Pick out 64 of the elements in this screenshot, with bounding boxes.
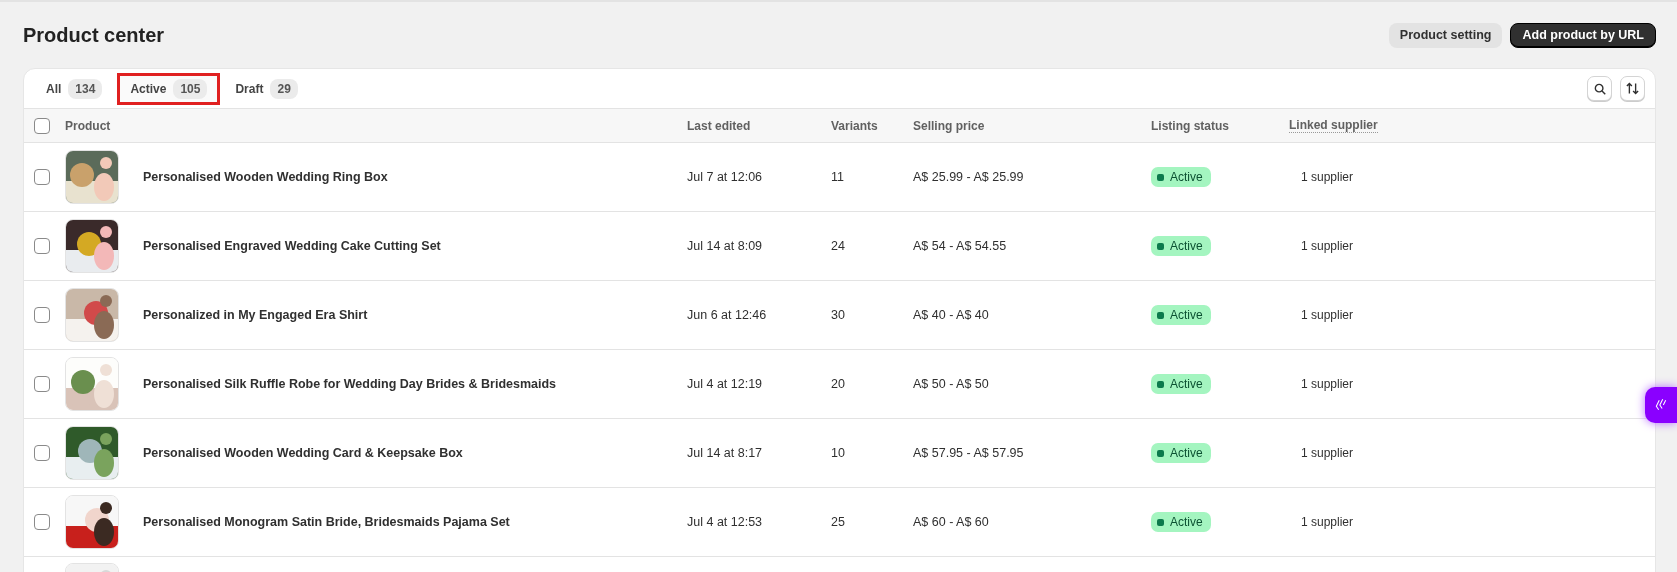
table-cell-text: Jul 4 at 12:19 [687,377,764,391]
status-badge: Active [1151,236,1211,256]
table-cell-text: A$ 60 - A$ 60 [913,515,990,529]
table-cell-text: Jul 7 at 12:06 [687,170,764,184]
row-checkbox[interactable] [34,307,50,323]
select-all-checkbox[interactable] [34,117,50,134]
table-cell-text: 1 supplier [1300,239,1355,253]
table-cell-text: 1 supplier [1300,377,1355,391]
status-badge: Active [1151,512,1211,532]
table-cell-text: A$ 54 - A$ 54.55 [913,239,1008,253]
column-header: Product [65,118,111,133]
row-checkbox[interactable] [34,514,50,530]
column-header: Linked supplier [1289,118,1378,133]
table-cell-text: A$ 40 - A$ 40 [913,308,990,322]
row-checkbox[interactable] [34,169,50,185]
status-badge: Active [1151,374,1211,394]
search-icon [1592,81,1607,96]
product-name[interactable]: Personalised Wooden Wedding Ring Box [143,170,388,184]
table-cell-text: A$ 25.99 - A$ 25.99 [913,170,1025,184]
column-header: Variants [831,118,878,133]
table-cell-text: Jul 14 at 8:17 [687,446,764,460]
tab-count: 105 [173,78,208,99]
table-cell-text: Jul 4 at 12:53 [687,515,764,529]
table-cell-text: 1 supplier [1300,515,1355,529]
status-badge: Active [1151,305,1211,325]
status-badge: Active [1151,443,1211,463]
table-cell-text: Jun 6 at 12:46 [687,308,768,322]
sort-button[interactable] [1620,76,1645,101]
table-cell-text: 20 [831,377,846,391]
filter-tab[interactable]: Active 105 [117,72,221,105]
search-button[interactable] [1587,76,1612,101]
row-checkbox[interactable] [34,376,50,392]
table-cell-text: 24 [831,239,846,253]
status-badge: Active [1151,167,1211,187]
product-name[interactable]: Personalised Wooden Wedding Card & Keepsake Box [143,446,463,460]
add-product-button[interactable]: Add product by URL [1510,22,1656,48]
side-panel-button[interactable] [1645,387,1677,423]
sort-icon [1625,81,1640,96]
tab-count: 134 [68,78,103,99]
product-name[interactable]: Personalised Engraved Wedding Cake Cutting Set [143,239,441,253]
table-cell-text: 11 [831,170,845,184]
row-checkbox[interactable] [34,445,50,461]
table-cell-text: 1 supplier [1300,308,1355,322]
table-cell-text: 1 supplier [1300,170,1355,184]
column-header: Last edited [687,118,751,133]
page-title: Product center [23,23,165,47]
table-cell-text: Jul 14 at 8:09 [687,239,764,253]
table-cell-text: 25 [831,515,846,529]
chevrons-icon [1654,398,1668,412]
filter-tab[interactable]: Draft 29 [222,72,311,105]
row-checkbox[interactable] [34,238,50,254]
product-name[interactable]: Personalised Silk Ruffle Robe for Wedding Day Brides & Bridesmaids [143,377,557,391]
tab-count: 29 [270,78,298,99]
table-cell-text: 1 supplier [1300,446,1355,460]
table-cell-text: A$ 57.95 - A$ 57.95 [913,446,1025,460]
column-header: Selling price [913,118,985,133]
table-cell-text: A$ 50 - A$ 50 [913,377,990,391]
settings-button[interactable]: Product setting [1388,22,1503,48]
table-cell-text: 30 [831,308,846,322]
column-header: Listing status [1151,118,1229,133]
product-name[interactable]: Personalized in My Engaged Era Shirt [143,308,368,322]
filter-tab[interactable]: All 134 [33,72,116,105]
table-cell-text: 10 [831,446,846,460]
product-name[interactable]: Personalised Monogram Satin Bride, Bridesmaids Pajama Set [143,515,510,529]
